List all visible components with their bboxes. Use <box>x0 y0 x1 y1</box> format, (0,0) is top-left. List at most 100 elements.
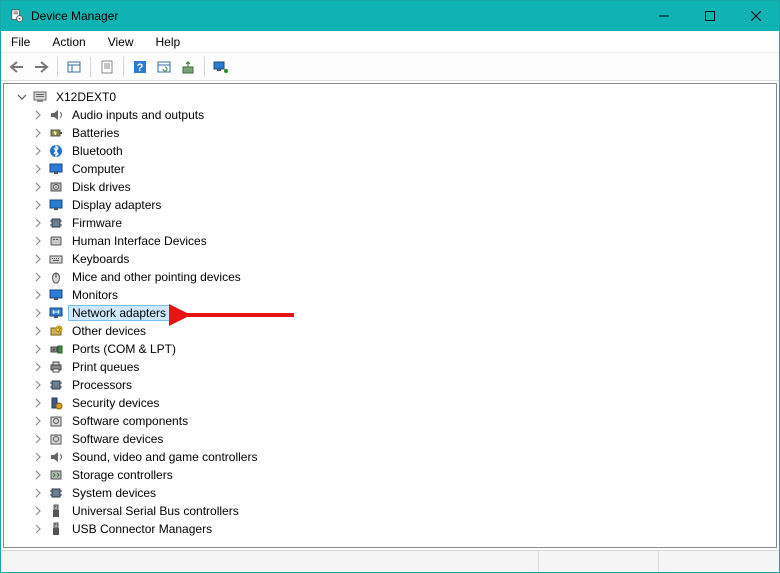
toolbar-properties-button[interactable] <box>95 56 119 78</box>
tree-node-label: Firmware <box>68 215 126 231</box>
window-title: Device Manager <box>31 1 641 31</box>
tree-node[interactable]: Sound, video and game controllers <box>8 448 774 466</box>
tree-node[interactable]: Universal Serial Bus controllers <box>8 502 774 520</box>
tree-node-label: Bluetooth <box>68 143 127 159</box>
tree-node[interactable]: Software devices <box>8 430 774 448</box>
tree-node-label: Human Interface Devices <box>68 233 211 249</box>
collapse-icon[interactable] <box>16 91 28 103</box>
tree-node[interactable]: ?Other devices <box>8 322 774 340</box>
expand-icon[interactable] <box>32 505 44 517</box>
tree-node[interactable]: Display adapters <box>8 196 774 214</box>
expand-icon[interactable] <box>32 181 44 193</box>
monitor-icon <box>48 287 64 303</box>
toolbar: ? <box>1 53 779 81</box>
tree-node-label: Storage controllers <box>68 467 177 483</box>
tree-node[interactable]: System devices <box>8 484 774 502</box>
usb-icon <box>48 503 64 519</box>
expand-icon[interactable] <box>32 145 44 157</box>
expand-icon[interactable] <box>32 127 44 139</box>
expand-icon[interactable] <box>32 235 44 247</box>
network-icon <box>48 305 64 321</box>
usb-icon <box>48 521 64 537</box>
expand-icon[interactable] <box>32 217 44 229</box>
expand-icon[interactable] <box>32 163 44 175</box>
toolbar-help-button[interactable]: ? <box>128 56 152 78</box>
toolbar-back-button[interactable] <box>5 56 29 78</box>
statusbar-segment <box>659 551 779 572</box>
expand-icon[interactable] <box>32 397 44 409</box>
tree-node[interactable]: Storage controllers <box>8 466 774 484</box>
port-icon <box>48 341 64 357</box>
menu-file[interactable]: File <box>7 33 34 51</box>
tree-node[interactable]: Disk drives <box>8 178 774 196</box>
storage-icon <box>48 467 64 483</box>
audio-icon <box>48 107 64 123</box>
svg-text:?: ? <box>137 62 144 74</box>
tree-node[interactable]: Firmware <box>8 214 774 232</box>
tree-node[interactable]: Human Interface Devices <box>8 232 774 250</box>
maximize-button[interactable] <box>687 1 733 31</box>
expand-icon[interactable] <box>32 379 44 391</box>
titlebar: Device Manager <box>1 1 779 31</box>
tree-node-label: Software devices <box>68 431 167 447</box>
tree-node[interactable]: Audio inputs and outputs <box>8 106 774 124</box>
tree-node[interactable]: Software components <box>8 412 774 430</box>
toolbar-forward-button[interactable] <box>29 56 53 78</box>
expand-icon[interactable] <box>32 271 44 283</box>
expand-icon[interactable] <box>32 199 44 211</box>
close-button[interactable] <box>733 1 779 31</box>
keyboard-icon <box>48 251 64 267</box>
tree-node-label: Print queues <box>68 359 143 375</box>
tree-node[interactable]: Network adapters <box>8 304 774 322</box>
statusbar-segment <box>1 551 539 572</box>
expand-icon[interactable] <box>32 433 44 445</box>
expand-icon[interactable] <box>32 289 44 301</box>
minimize-button[interactable] <box>641 1 687 31</box>
tree-children: Audio inputs and outputsBatteriesBluetoo… <box>8 106 774 538</box>
menu-help[interactable]: Help <box>152 33 185 51</box>
expand-icon[interactable] <box>32 469 44 481</box>
monitor-icon <box>48 161 64 177</box>
expand-icon[interactable] <box>32 307 44 319</box>
tree-node[interactable]: Print queues <box>8 358 774 376</box>
tree-node[interactable]: USB Connector Managers <box>8 520 774 538</box>
toolbar-update-driver-button[interactable] <box>176 56 200 78</box>
tree-node[interactable]: Monitors <box>8 286 774 304</box>
tree-node[interactable]: Mice and other pointing devices <box>8 268 774 286</box>
toolbar-refresh-button[interactable] <box>152 56 176 78</box>
tree-node-label: Computer <box>68 161 129 177</box>
tree-node-label: Software components <box>68 413 192 429</box>
tree-node-label: Ports (COM & LPT) <box>68 341 180 357</box>
toolbar-separator <box>57 57 58 77</box>
toolbar-remote-button[interactable] <box>209 56 233 78</box>
tree-node[interactable]: Bluetooth <box>8 142 774 160</box>
expand-icon[interactable] <box>32 253 44 265</box>
expand-icon[interactable] <box>32 451 44 463</box>
toolbar-show-hidden-button[interactable] <box>62 56 86 78</box>
software-icon <box>48 431 64 447</box>
menu-action[interactable]: Action <box>48 33 89 51</box>
hid-icon <box>48 233 64 249</box>
expand-icon[interactable] <box>32 343 44 355</box>
tree-node[interactable]: Computer <box>8 160 774 178</box>
tree-node[interactable]: Ports (COM & LPT) <box>8 340 774 358</box>
tree-node-label: Monitors <box>68 287 122 303</box>
menu-view[interactable]: View <box>104 33 138 51</box>
tree-node[interactable]: Security devices <box>8 394 774 412</box>
expand-icon[interactable] <box>32 361 44 373</box>
expand-icon[interactable] <box>32 325 44 337</box>
toolbar-separator <box>123 57 124 77</box>
tree-node[interactable]: Batteries <box>8 124 774 142</box>
tree-root-node[interactable]: X12DEXT0 <box>8 88 774 106</box>
disk-icon <box>48 179 64 195</box>
tree-node[interactable]: Keyboards <box>8 250 774 268</box>
expand-icon[interactable] <box>32 523 44 535</box>
expand-icon[interactable] <box>32 487 44 499</box>
tree-node[interactable]: Processors <box>8 376 774 394</box>
tree-node-label: Network adapters <box>68 305 170 321</box>
device-tree-pane[interactable]: X12DEXT0 Audio inputs and outputsBatteri… <box>3 83 777 548</box>
tree-node-label: Mice and other pointing devices <box>68 269 245 285</box>
expand-icon[interactable] <box>32 415 44 427</box>
expand-icon[interactable] <box>32 109 44 121</box>
statusbar <box>1 550 779 572</box>
